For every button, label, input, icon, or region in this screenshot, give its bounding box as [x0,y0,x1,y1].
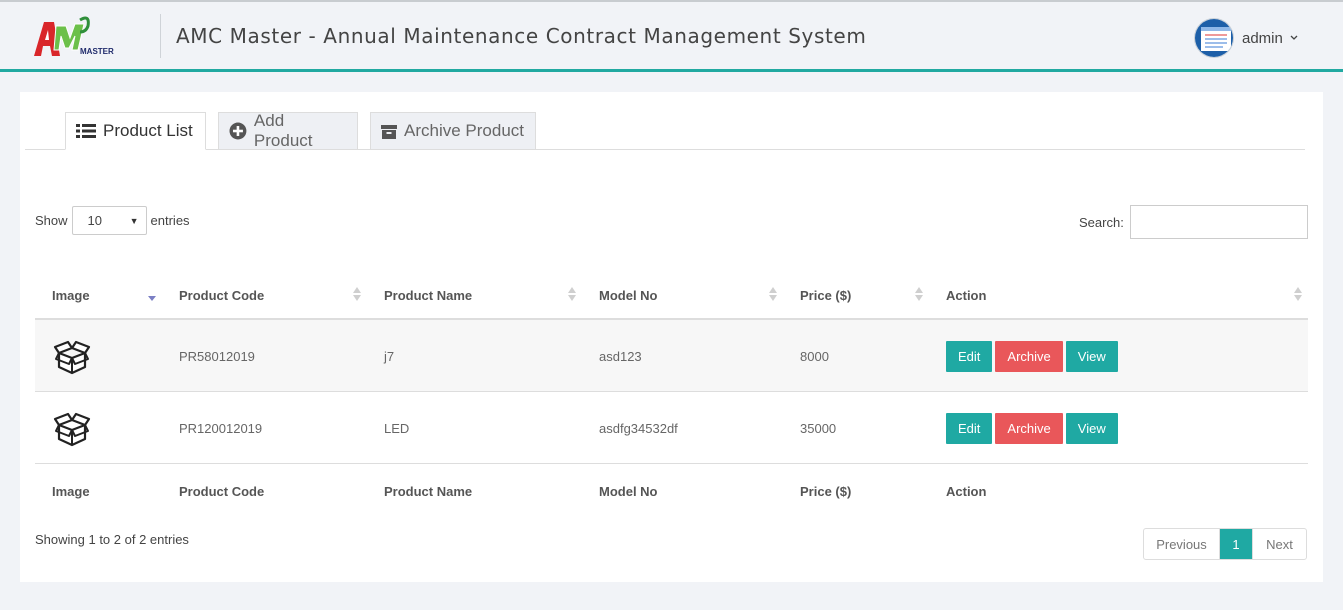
product-image [53,392,91,464]
pagination: Previous 1 Next [1143,528,1307,560]
footer-column-price: Price ($) [800,483,852,499]
model-no-cell: asdfg34532df [599,420,678,436]
footer-column-model-no: Model No [599,483,658,499]
page-length-value: 10 [87,213,102,228]
page-1-button[interactable]: 1 [1220,529,1252,559]
sort-both-icon [915,287,923,301]
sort-both-icon [353,287,361,301]
svg-text:MASTER: MASTER [80,47,114,56]
archive-icon [381,124,397,139]
price-cell: 35000 [800,420,837,436]
avatar [1194,18,1234,58]
column-header-product-code[interactable]: Product Code [179,270,264,320]
app-title: AMC Master - Annual Maintenance Contract… [176,24,867,48]
page-length-control: Show 10 ▼ entries [35,206,190,235]
sort-both-icon [568,287,576,301]
product-name-cell: j7 [384,348,395,364]
column-header-image[interactable]: Image [52,270,90,320]
price-cell: 8000 [800,348,829,364]
model-no-cell: asd123 [599,348,642,364]
product-name-cell: LED [384,420,410,436]
edit-button[interactable]: Edit [946,412,993,444]
tab-archive-product-label: Archive Product [404,121,524,140]
sort-both-icon [1294,287,1302,301]
column-header-action[interactable]: Action [946,270,986,320]
archive-button[interactable]: Archive [995,412,1063,444]
tab-product-list-label: Product List [103,121,193,140]
search-control: Search: [1079,205,1308,239]
product-panel: Product List Add Product Archive Product… [20,92,1323,582]
footer-column-product-code: Product Code [179,483,265,499]
view-button[interactable]: View [1065,412,1118,444]
amc-master-logo[interactable]: MASTER [30,16,120,60]
search-input[interactable] [1129,205,1308,239]
plus-circle-icon [229,122,247,140]
table-footer: Image Product Code Product Name Model No… [35,464,1308,518]
box-icon [53,412,91,447]
column-header-product-name[interactable]: Product Name [384,270,472,320]
table-row: PR58012019 j7 asd123 8000 Edit Archive V… [35,320,1308,392]
tabs-underline [25,149,1305,150]
footer-column-action: Action [946,483,987,499]
page-length-select[interactable]: 10 ▼ [71,206,147,235]
previous-page-button[interactable]: Previous [1144,529,1220,559]
list-icon [76,124,96,138]
top-header: MASTER AMC Master - Annual Maintenance C… [0,0,1343,72]
action-cell: Edit Archive View [946,320,1121,392]
product-table: Image Product Code Product Name Model No [35,270,1308,518]
column-header-model-no[interactable]: Model No [599,270,658,320]
box-icon [53,340,91,375]
search-label: Search: [1079,214,1124,230]
next-page-button[interactable]: Next [1252,529,1306,559]
sort-desc-icon [148,296,156,301]
table-row: PR120012019 LED asdfg34532df 35000 Edit … [35,392,1308,464]
tab-product-list[interactable]: Product List [65,112,206,150]
tab-archive-product[interactable]: Archive Product [370,112,536,150]
header-divider [160,14,161,58]
view-button[interactable]: View [1065,340,1118,372]
footer-column-image: Image [52,483,90,499]
sort-both-icon [769,287,777,301]
dropdown-arrow-icon: ▼ [129,216,139,226]
user-menu[interactable]: admin [1194,18,1299,58]
edit-button[interactable]: Edit [946,340,993,372]
table-info: Showing 1 to 2 of 2 entries [35,532,189,547]
product-code-cell: PR120012019 [179,420,263,436]
action-cell: Edit Archive View [946,392,1121,464]
tab-add-product-label: Add Product [253,111,313,150]
column-header-price[interactable]: Price ($) [800,270,851,320]
entries-label: entries [150,213,190,228]
product-image [53,320,91,392]
archive-button[interactable]: Archive [995,340,1063,372]
table-header: Image Product Code Product Name Model No [35,270,1308,320]
product-code-cell: PR58012019 [179,348,255,364]
show-label: Show [35,213,68,228]
footer-column-product-name: Product Name [384,483,473,499]
user-name: admin [1242,29,1283,47]
tab-add-product[interactable]: Add Product [218,111,358,150]
chevron-down-icon [1290,35,1298,40]
